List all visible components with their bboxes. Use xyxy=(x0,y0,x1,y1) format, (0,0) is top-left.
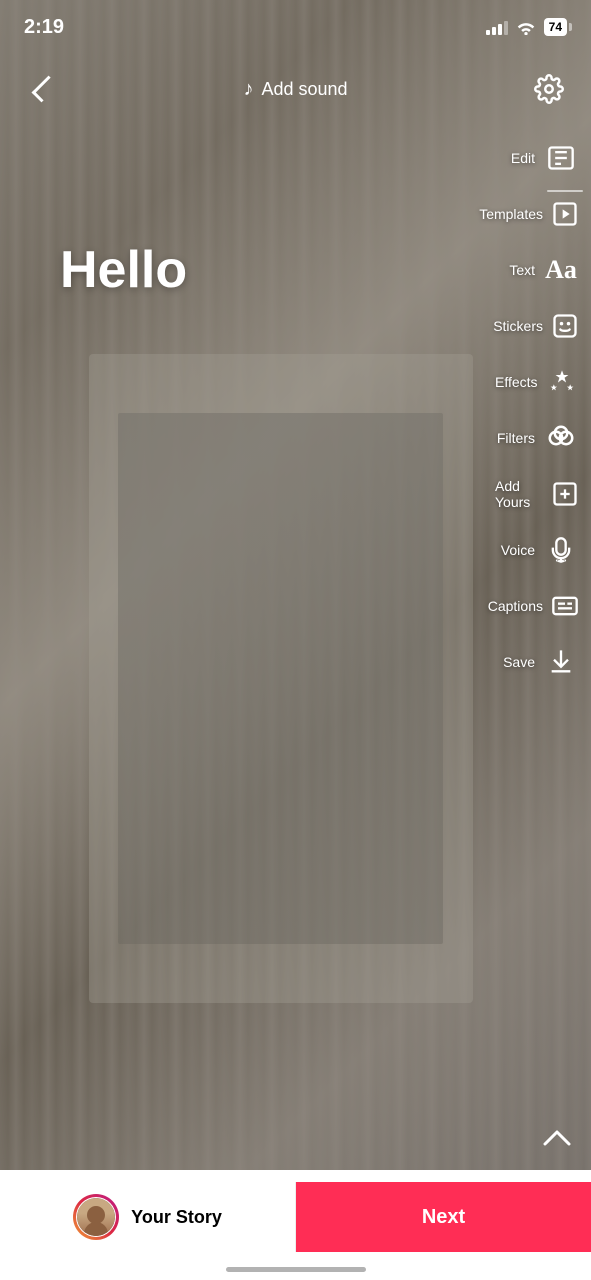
top-bar: ♪ Add sound xyxy=(0,54,591,124)
text-button[interactable]: Text Aa xyxy=(491,242,583,298)
next-label: Next xyxy=(422,1206,465,1229)
add-yours-icon xyxy=(551,476,579,512)
right-toolbar: Edit Templates Text Aa Stickers xyxy=(491,130,591,690)
collapse-button[interactable] xyxy=(535,1116,579,1160)
captions-button[interactable]: Captions xyxy=(491,578,583,634)
edit-button[interactable]: Edit xyxy=(491,130,583,186)
status-icons: 74 xyxy=(486,18,567,36)
captions-icon xyxy=(551,588,579,624)
avatar xyxy=(77,1198,115,1236)
templates-icon xyxy=(551,196,579,232)
voice-icon xyxy=(543,532,579,568)
status-time: 2:19 xyxy=(24,16,64,39)
voice-label: Voice xyxy=(501,542,535,558)
wifi-icon xyxy=(516,19,536,35)
filters-icon xyxy=(543,420,579,456)
settings-button[interactable] xyxy=(527,67,571,111)
voice-button[interactable]: Voice xyxy=(491,522,583,578)
stickers-button[interactable]: Stickers xyxy=(491,298,583,354)
add-sound-label: Add sound xyxy=(261,79,347,100)
story-text: Hello xyxy=(60,240,187,300)
add-yours-label: Add Yours xyxy=(495,478,543,510)
text-label: Text xyxy=(509,262,535,278)
stickers-label: Stickers xyxy=(493,318,543,334)
effects-button[interactable]: Effects xyxy=(491,354,583,410)
bottom-bar: Your Story Next xyxy=(0,1170,591,1280)
edit-icon xyxy=(543,140,579,176)
avatar-ring xyxy=(73,1194,119,1240)
filters-button[interactable]: Filters xyxy=(491,410,583,466)
your-story-button[interactable]: Your Story xyxy=(0,1182,296,1252)
chevron-up-icon xyxy=(543,1130,571,1146)
status-bar: 2:19 74 xyxy=(0,0,591,54)
battery-icon: 74 xyxy=(544,18,567,36)
templates-label: Templates xyxy=(479,206,543,222)
templates-button[interactable]: Templates xyxy=(491,186,583,242)
next-button[interactable]: Next xyxy=(296,1182,591,1252)
captions-label: Captions xyxy=(488,598,543,614)
effects-label: Effects xyxy=(495,374,538,390)
filters-label: Filters xyxy=(497,430,535,446)
chevron-left-icon xyxy=(32,76,59,103)
save-icon xyxy=(543,644,579,680)
avatar-face xyxy=(77,1198,115,1236)
effects-icon xyxy=(546,364,579,400)
back-button[interactable] xyxy=(20,67,64,111)
save-button[interactable]: Save xyxy=(491,634,583,690)
text-icon: Aa xyxy=(543,252,579,288)
music-note-icon: ♪ xyxy=(243,78,253,101)
gear-icon xyxy=(534,74,564,104)
home-indicator xyxy=(226,1267,366,1272)
stickers-icon xyxy=(551,308,579,344)
edit-label: Edit xyxy=(511,150,535,166)
add-yours-button[interactable]: Add Yours xyxy=(491,466,583,522)
signal-icon xyxy=(486,19,508,35)
add-sound-button[interactable]: ♪ Add sound xyxy=(243,78,347,101)
battery-level: 74 xyxy=(549,20,562,34)
save-label: Save xyxy=(503,654,535,670)
your-story-label: Your Story xyxy=(131,1207,222,1228)
